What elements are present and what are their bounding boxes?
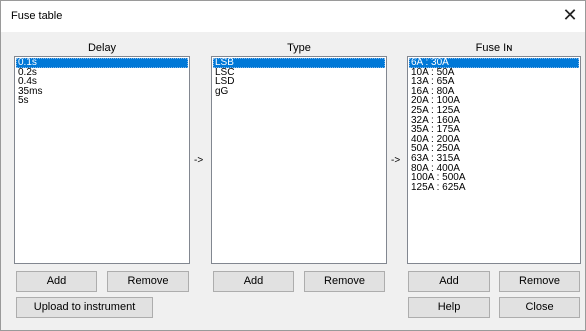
arrow-type-to-fuse: ->: [391, 155, 401, 166]
fuse-header: Fuse Iɴ: [475, 42, 513, 54]
type-add-button[interactable]: Add: [213, 271, 294, 292]
upload-to-instrument-button[interactable]: Upload to instrument: [16, 297, 153, 318]
delay-header: Delay: [87, 42, 117, 54]
close-icon[interactable]: ✕: [559, 3, 581, 29]
list-item[interactable]: 32A : 160A: [409, 116, 579, 126]
list-item[interactable]: 20A : 100A: [409, 96, 579, 106]
list-item[interactable]: 10A : 50A: [409, 68, 579, 78]
list-item[interactable]: 5s: [16, 96, 188, 106]
list-item[interactable]: 25A : 125A: [409, 106, 579, 116]
list-item[interactable]: 0.2s: [16, 68, 188, 78]
list-item[interactable]: 0.1s: [16, 58, 188, 68]
title-bar: Fuse table ✕: [1, 1, 585, 32]
fuse-table-dialog: Fuse table ✕ Delay 0.1s 0.2s 0.4s 35ms 5s ->…: [0, 0, 586, 331]
fuse-remove-button[interactable]: Remove: [499, 271, 580, 292]
list-item[interactable]: 35A : 175A: [409, 125, 579, 135]
dialog-title: Fuse table: [11, 10, 63, 22]
help-button[interactable]: Help: [408, 297, 490, 318]
list-item[interactable]: LSB: [213, 58, 385, 68]
list-item[interactable]: 63A : 315A: [409, 154, 579, 164]
type-remove-button[interactable]: Remove: [304, 271, 385, 292]
fuse-listbox[interactable]: 6A : 30A 10A : 50A 13A : 65A 16A : 80A 20A :…: [407, 56, 581, 264]
list-item[interactable]: 16A : 80A: [409, 87, 579, 97]
arrow-delay-to-type: ->: [194, 155, 204, 166]
list-item[interactable]: 50A : 250A: [409, 144, 579, 154]
delay-remove-button[interactable]: Remove: [107, 271, 189, 292]
delay-listbox[interactable]: 0.1s 0.2s 0.4s 35ms 5s: [14, 56, 190, 264]
list-item[interactable]: 13A : 65A: [409, 77, 579, 87]
list-item[interactable]: 80A : 400A: [409, 164, 579, 174]
list-item[interactable]: 35ms: [16, 87, 188, 97]
list-item[interactable]: gG: [213, 87, 385, 97]
list-item[interactable]: LSC: [213, 68, 385, 78]
list-item[interactable]: 100A : 500A: [409, 173, 579, 183]
list-item[interactable]: 6A : 30A: [409, 58, 579, 68]
fuse-add-button[interactable]: Add: [408, 271, 490, 292]
type-header: Type: [287, 42, 311, 54]
list-item[interactable]: 40A : 200A: [409, 135, 579, 145]
list-item[interactable]: LSD: [213, 77, 385, 87]
delay-add-button[interactable]: Add: [16, 271, 97, 292]
list-item[interactable]: 125A : 625A: [409, 183, 579, 193]
type-listbox[interactable]: LSB LSC LSD gG: [211, 56, 387, 264]
list-item[interactable]: 0.4s: [16, 77, 188, 87]
close-button[interactable]: Close: [499, 297, 580, 318]
